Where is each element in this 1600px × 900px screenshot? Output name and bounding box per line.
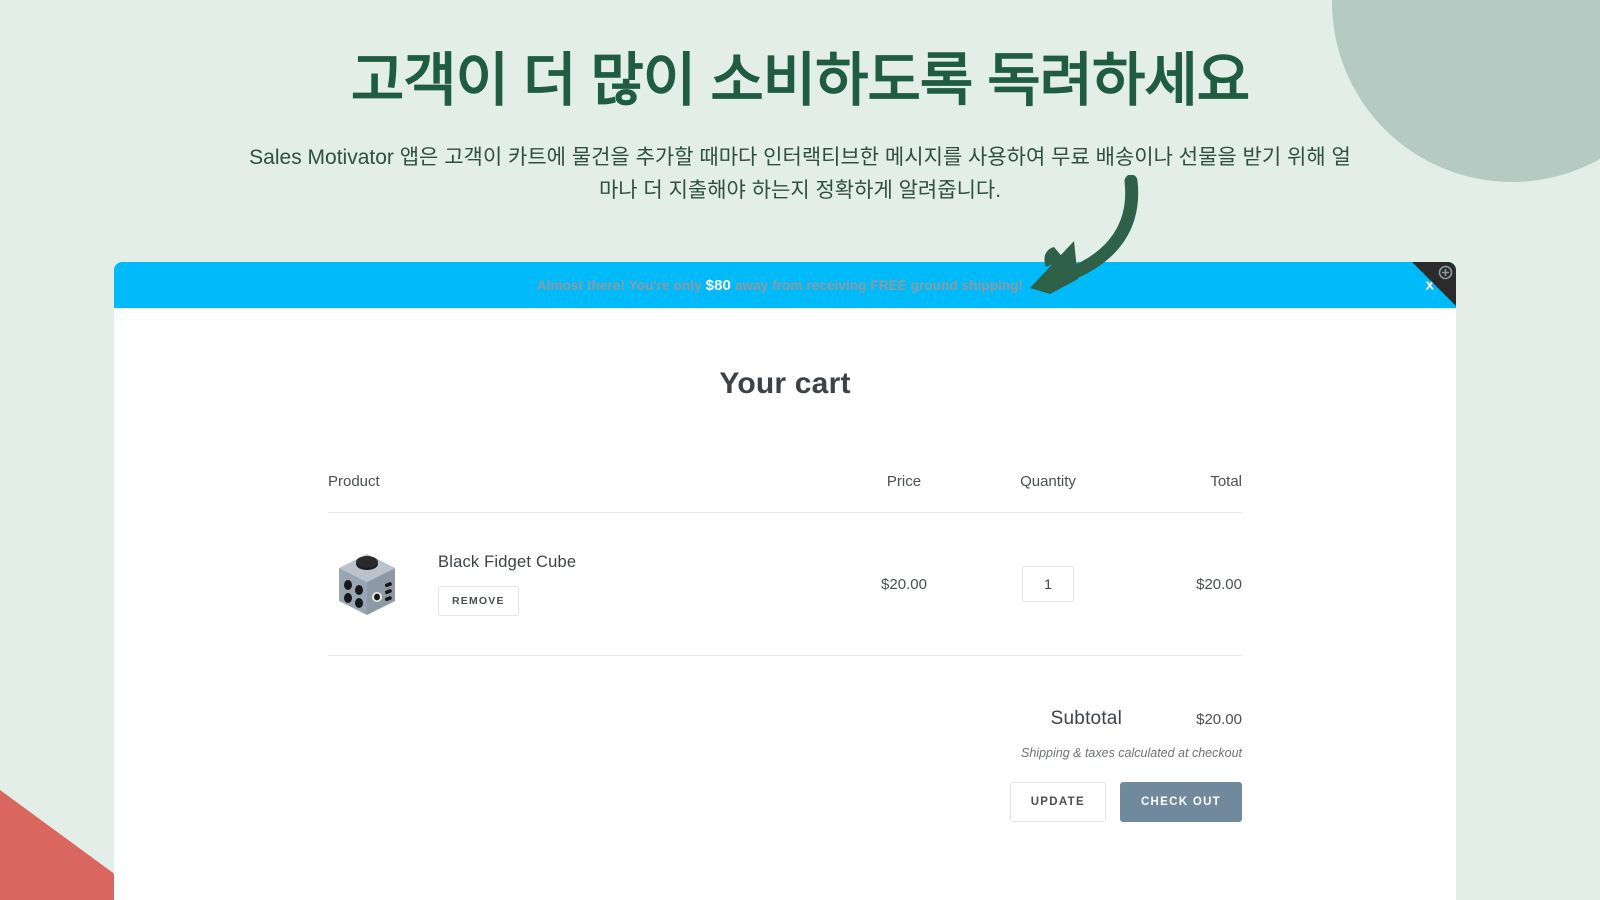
- update-button[interactable]: UPDATE: [1009, 782, 1106, 822]
- quantity-input[interactable]: [1022, 566, 1074, 602]
- column-header-total: Total: [1122, 473, 1242, 513]
- product-name[interactable]: Black Fidget Cube: [438, 553, 576, 572]
- column-header-quantity: Quantity: [974, 473, 1122, 513]
- subtotal-label: Subtotal: [1050, 708, 1122, 729]
- table-row: Black Fidget Cube REMOVE $20.00 $20.00: [328, 512, 1242, 656]
- settings-corner-fold[interactable]: [1412, 262, 1456, 306]
- storefront-card: Almost there! You're only $80 away from …: [114, 262, 1456, 900]
- product-price: $20.00: [834, 512, 974, 656]
- hero-section: 고객이 더 많이 소비하도록 독려하세요 Sales Motivator 앱은 …: [0, 0, 1600, 208]
- promo-text-before: Almost there! You're only: [536, 277, 702, 293]
- cart-title: Your cart: [719, 367, 851, 400]
- page-subtitle: Sales Motivator 앱은 고객이 카트에 물건을 추가할 때마다 인…: [249, 145, 1351, 203]
- column-header-product: Product: [328, 473, 834, 513]
- cart-totals: Subtotal $20.00 Shipping & taxes calcula…: [328, 708, 1242, 822]
- promo-banner: Almost there! You're only $80 away from …: [114, 262, 1456, 308]
- cart-item-product-cell: Black Fidget Cube REMOVE: [328, 512, 834, 656]
- remove-button[interactable]: REMOVE: [438, 585, 519, 616]
- tax-note: Shipping & taxes calculated at checkout: [1021, 746, 1242, 760]
- subtotal-row: Subtotal $20.00: [328, 708, 1242, 730]
- cart-table-header-row: Product Price Quantity Total: [328, 473, 1242, 513]
- column-header-price: Price: [834, 473, 974, 513]
- product-thumbnail[interactable]: [328, 545, 406, 623]
- cart-table: Product Price Quantity Total Black Fidge…: [328, 473, 1242, 656]
- promo-amount: $80: [705, 276, 731, 294]
- promo-banner-text: Almost there! You're only $80 away from …: [537, 277, 1023, 294]
- page-title: 고객이 더 많이 소비하도록 독려하세요: [350, 48, 1250, 113]
- promo-text-after: away from receiving FREE ground shipping…: [734, 277, 1024, 293]
- product-quantity-cell: [974, 512, 1122, 656]
- product-line-total: $20.00: [1122, 512, 1242, 656]
- cart-actions: UPDATE CHECK OUT: [328, 782, 1242, 822]
- checkout-button[interactable]: CHECK OUT: [1119, 782, 1242, 822]
- subtotal-value: $20.00: [1196, 711, 1242, 728]
- cart-section: Your cart Product Price Quantity Total B…: [114, 309, 1456, 822]
